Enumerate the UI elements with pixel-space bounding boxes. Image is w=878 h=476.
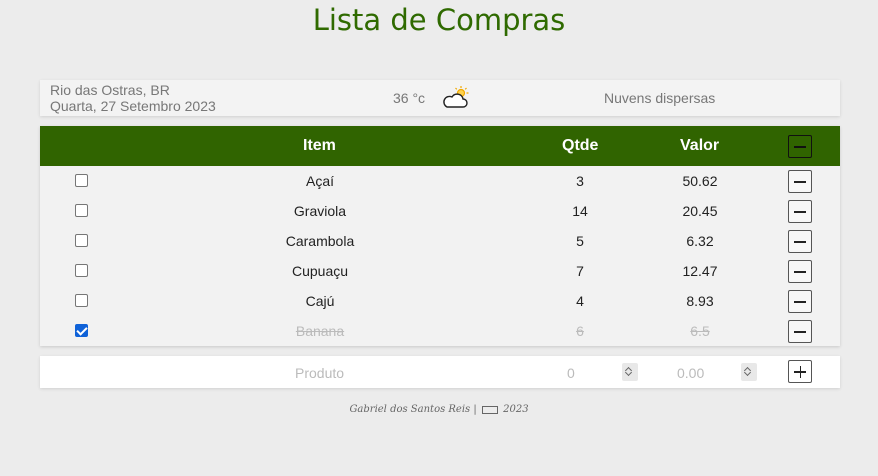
row-checkbox[interactable] (75, 294, 88, 307)
row-qty: 6 (576, 323, 584, 339)
row-value: 6.32 (686, 233, 714, 249)
row-checkbox[interactable] (75, 264, 88, 277)
row-checkbox[interactable] (75, 174, 88, 187)
remove-row-button[interactable] (788, 290, 812, 313)
row-checkbox[interactable] (75, 324, 88, 337)
product-input[interactable]: Produto (295, 365, 344, 381)
row-value: 50.62 (682, 173, 718, 189)
row-item: Carambola (285, 233, 355, 249)
row-qty: 14 (572, 203, 588, 219)
shopping-table: Item Qtde Valor Açaí 3 50.62 Graviola 14… (40, 126, 840, 346)
row-qty: 7 (576, 263, 584, 279)
header-value: Valor (680, 137, 720, 154)
footer-year: 2023 (503, 404, 529, 415)
table-row: Banana 6 6.5 (40, 316, 840, 346)
remove-checked-button[interactable] (788, 135, 812, 158)
row-item: Graviola (293, 203, 347, 219)
page-title: Lista de Compras (312, 3, 566, 37)
weather-description: Nuvens dispersas (604, 90, 716, 106)
table-header: Item Qtde Valor (40, 126, 840, 166)
footer-author: Gabriel dos Santos Reis | (349, 404, 477, 415)
remove-row-button[interactable] (788, 320, 812, 343)
table-row: Açaí 3 50.62 (40, 166, 840, 196)
row-qty: 3 (576, 173, 584, 189)
header-item: Item (303, 137, 336, 154)
footer: Gabriel dos Santos Reis | 2023 (0, 404, 878, 415)
qty-input[interactable]: 0 (567, 365, 575, 381)
row-value: 20.45 (682, 203, 718, 219)
row-item: Cajú (305, 293, 335, 309)
remove-row-button[interactable] (788, 200, 812, 223)
row-item: Cupuaçu (291, 263, 349, 279)
partly-cloudy-icon (443, 86, 469, 108)
row-qty: 5 (576, 233, 584, 249)
row-value: 6.5 (690, 323, 710, 339)
value-spinner-icon[interactable] (741, 363, 757, 381)
row-checkbox[interactable] (75, 204, 88, 217)
add-item-button[interactable] (788, 360, 812, 383)
weather-temperature: 36 °c (393, 90, 426, 106)
value-input[interactable]: 0.00 (677, 365, 704, 381)
flag-icon (481, 405, 498, 414)
table-row: Cajú 4 8.93 (40, 286, 840, 316)
qty-spinner-icon[interactable] (622, 363, 638, 381)
table-row: Graviola 14 20.45 (40, 196, 840, 226)
add-item-form: Produto 0 0.00 (40, 356, 840, 388)
weather-bar: Rio das Ostras, BR Quarta, 27 Setembro 2… (40, 80, 840, 116)
table-row: Carambola 5 6.32 (40, 226, 840, 256)
row-item: Açaí (305, 173, 334, 189)
remove-row-button[interactable] (788, 260, 812, 283)
weather-location: Rio das Ostras, BR (50, 82, 170, 98)
header-qty: Qtde (562, 137, 599, 154)
weather-location-block: Rio das Ostras, BR Quarta, 27 Setembro 2… (50, 82, 216, 114)
remove-row-button[interactable] (788, 230, 812, 253)
row-value: 12.47 (682, 263, 718, 279)
weather-date: Quarta, 27 Setembro 2023 (50, 98, 216, 114)
row-checkbox[interactable] (75, 234, 88, 247)
row-qty: 4 (576, 293, 584, 309)
row-value: 8.93 (686, 293, 714, 309)
remove-row-button[interactable] (788, 170, 812, 193)
row-item: Banana (295, 323, 345, 339)
table-row: Cupuaçu 7 12.47 (40, 256, 840, 286)
